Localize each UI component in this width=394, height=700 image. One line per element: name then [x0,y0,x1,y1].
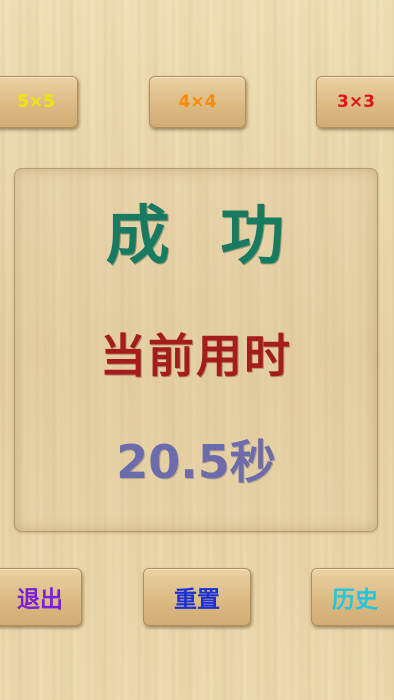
grid-4x4-button[interactable]: 4×4 [149,76,246,128]
reset-button[interactable]: 重置 [143,568,251,626]
grid-5x5-label: 5×5 [17,92,55,112]
success-title: 成 功 [105,199,287,274]
reset-label: 重置 [174,587,220,613]
exit-button[interactable]: 退出 [0,568,82,626]
exit-label: 退出 [17,587,63,613]
grid-4x4-label: 4×4 [178,92,217,112]
grid-3x3-label: 3×3 [337,92,375,112]
elapsed-time-value: 20.5秒 [116,435,276,489]
history-button[interactable]: 历史 [311,568,394,626]
history-label: 历史 [332,587,378,613]
grid-3x3-button[interactable]: 3×3 [316,76,394,128]
elapsed-time-label: 当前用时 [100,329,292,383]
grid-5x5-button[interactable]: 5×5 [0,76,78,128]
